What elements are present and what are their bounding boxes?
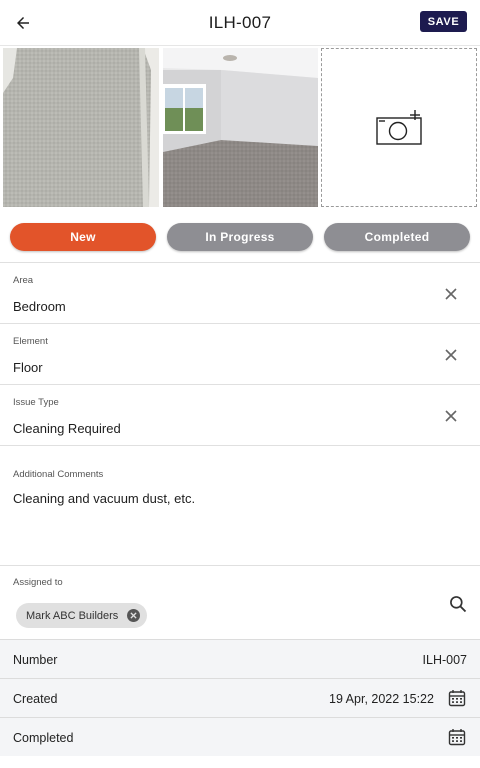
comments-label: Additional Comments <box>13 469 104 480</box>
remove-assignee-icon[interactable] <box>127 609 140 622</box>
clear-element-icon[interactable] <box>443 347 459 363</box>
created-row: Created 19 Apr, 2022 15:22 <box>0 678 480 717</box>
completed-label: Completed <box>13 731 74 745</box>
clear-issue-type-icon[interactable] <box>443 408 459 424</box>
issue-type-label: Issue Type <box>13 397 59 408</box>
comments-value[interactable]: Cleaning and vacuum dust, etc. <box>13 491 195 506</box>
area-label: Area <box>13 275 34 286</box>
search-icon[interactable] <box>448 594 468 614</box>
save-button[interactable]: SAVE <box>420 11 467 32</box>
calendar-icon[interactable] <box>448 689 466 707</box>
created-label: Created <box>13 692 58 706</box>
calendar-icon[interactable] <box>448 728 466 746</box>
status-completed-button[interactable]: Completed <box>324 223 470 251</box>
created-value: 19 Apr, 2022 15:22 <box>329 692 434 706</box>
assignee-chip[interactable]: Mark ABC Builders <box>16 603 147 628</box>
app-header: ILH-007 SAVE <box>0 0 480 46</box>
status-in-progress-button[interactable]: In Progress <box>167 223 313 251</box>
comments-field[interactable]: Additional Comments Cleaning and vacuum … <box>0 445 480 565</box>
assignee-chip-label: Mark ABC Builders <box>26 609 119 622</box>
camera-plus-icon <box>376 109 422 145</box>
clear-area-icon[interactable] <box>443 286 459 302</box>
element-field[interactable]: Element Floor <box>0 323 480 384</box>
status-new-button[interactable]: New <box>10 223 156 251</box>
issue-type-field[interactable]: Issue Type Cleaning Required <box>0 384 480 445</box>
photo-carpet-closeup[interactable] <box>3 48 159 207</box>
number-value: ILH-007 <box>422 653 467 667</box>
issue-type-value: Cleaning Required <box>13 421 121 436</box>
number-row: Number ILH-007 <box>0 639 480 678</box>
area-value: Bedroom <box>13 299 66 314</box>
photo-bedroom-floor[interactable] <box>163 48 318 207</box>
area-field[interactable]: Area Bedroom <box>0 262 480 323</box>
number-label: Number <box>13 653 58 667</box>
element-label: Element <box>13 336 48 347</box>
assigned-to-label: Assigned to <box>13 577 63 588</box>
completed-row: Completed <box>0 717 480 756</box>
page-title: ILH-007 <box>208 13 272 32</box>
add-photo-button[interactable] <box>321 48 477 207</box>
element-value: Floor <box>13 360 43 375</box>
